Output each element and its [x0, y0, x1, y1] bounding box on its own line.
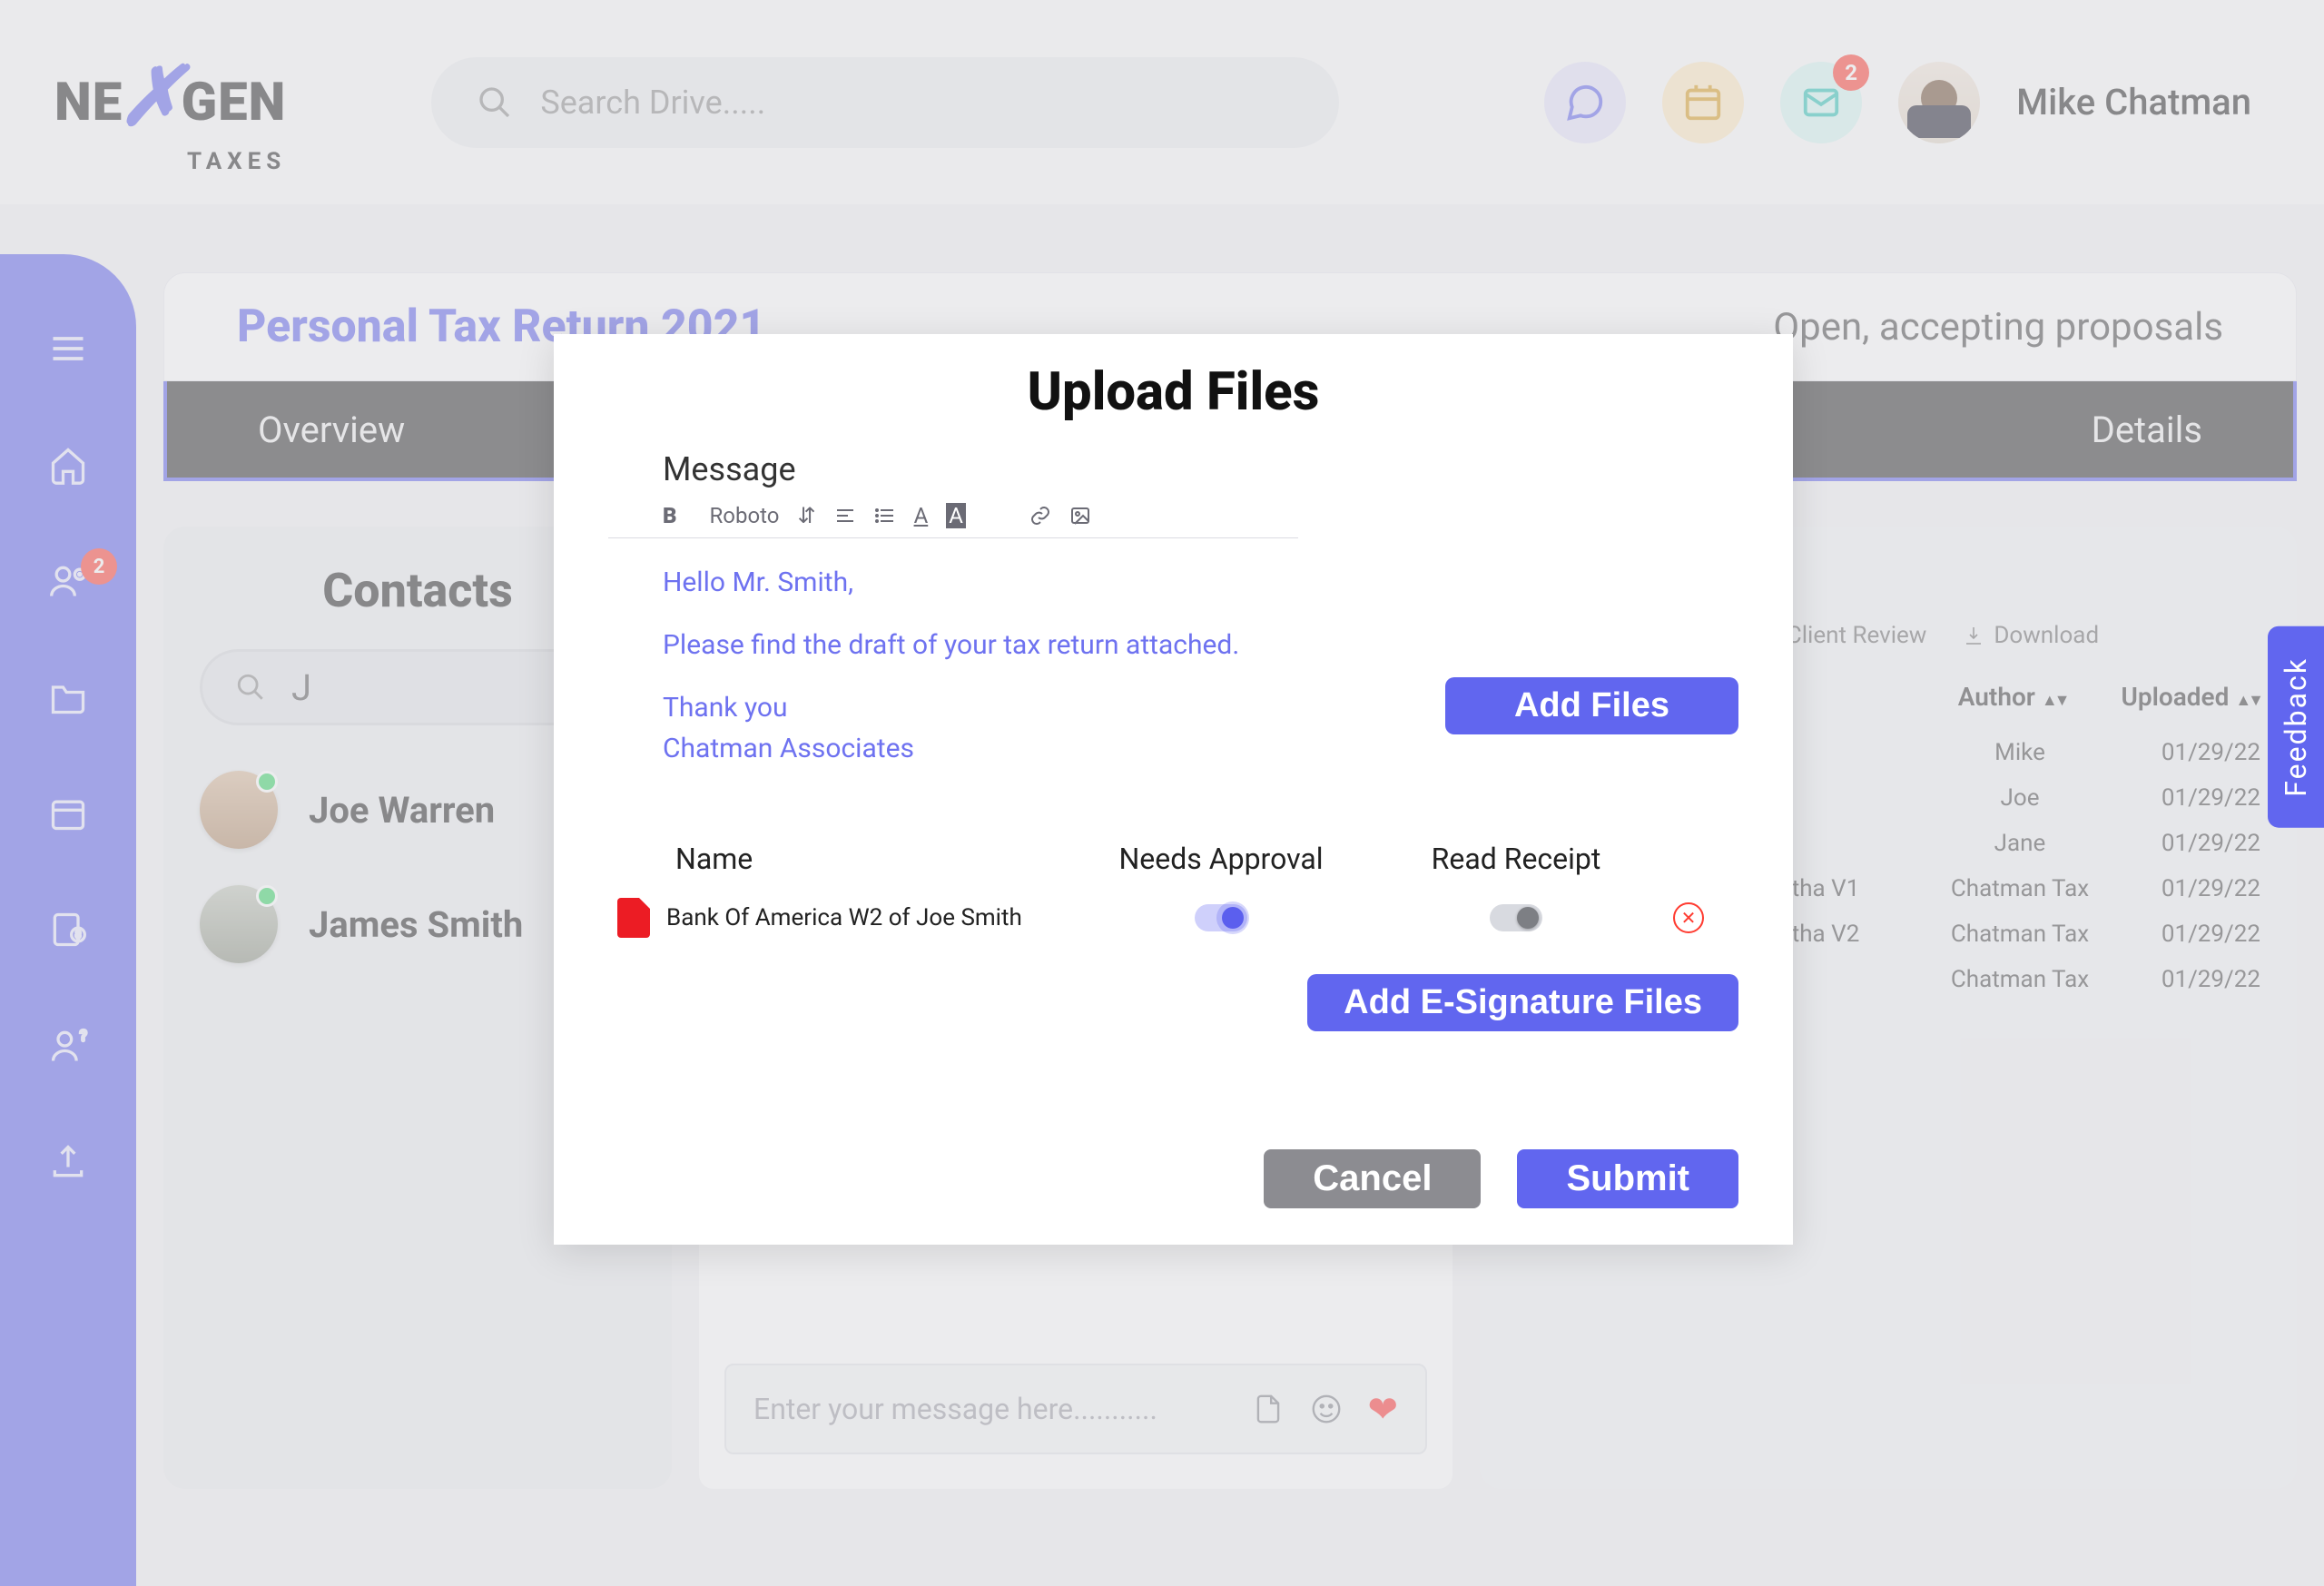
list-icon[interactable]	[874, 505, 896, 527]
message-body[interactable]: Hello Mr. Smith, Please find the draft o…	[608, 538, 1316, 769]
highlight-button[interactable]: A	[946, 503, 966, 528]
cancel-button[interactable]: Cancel	[1264, 1149, 1481, 1208]
msg-line: Thank you	[663, 687, 1316, 728]
font-size-icon[interactable]: ⇵	[797, 503, 815, 528]
read-receipt-toggle[interactable]	[1490, 904, 1542, 931]
modal-button-row: Cancel Submit	[608, 1149, 1738, 1208]
file-columns-header: Name Needs Approval Read Receipt	[608, 842, 1738, 876]
link-icon[interactable]	[1029, 505, 1051, 527]
message-label: Message	[663, 450, 1738, 488]
modal-title: Upload Files	[608, 361, 1738, 423]
feedback-tab[interactable]: Feedback	[2268, 626, 2324, 828]
bold-button[interactable]: B	[663, 503, 677, 528]
remove-file-button[interactable]: ✕	[1673, 902, 1704, 933]
col-receipt: Read Receipt	[1380, 842, 1652, 876]
add-esignature-button[interactable]: Add E-Signature Files	[1307, 974, 1738, 1031]
col-name: Name	[608, 842, 1062, 876]
rich-text-toolbar: B Roboto ⇵ A A	[608, 497, 1298, 538]
msg-line: Chatman Associates	[663, 728, 1316, 769]
font-select[interactable]: Roboto	[710, 503, 780, 528]
msg-line: Please find the draft of your tax return…	[663, 625, 1316, 665]
file-name-cell: Bank Of America W2 of Joe Smith	[608, 898, 1062, 938]
image-icon[interactable]	[1069, 505, 1091, 527]
needs-approval-toggle[interactable]	[1195, 904, 1247, 931]
msg-line: Hello Mr. Smith,	[663, 562, 1316, 603]
add-files-button[interactable]: Add Files	[1445, 677, 1738, 734]
submit-button[interactable]: Submit	[1517, 1149, 1738, 1208]
pdf-icon	[617, 898, 650, 938]
file-row: Bank Of America W2 of Joe Smith ✕	[608, 898, 1738, 938]
align-left-icon[interactable]	[834, 505, 856, 527]
col-approval: Needs Approval	[1062, 842, 1380, 876]
file-name: Bank Of America W2 of Joe Smith	[666, 904, 1022, 931]
upload-files-modal: Upload Files Message B Roboto ⇵ A A Hell…	[554, 334, 1793, 1245]
text-color-button[interactable]: A	[914, 503, 929, 528]
